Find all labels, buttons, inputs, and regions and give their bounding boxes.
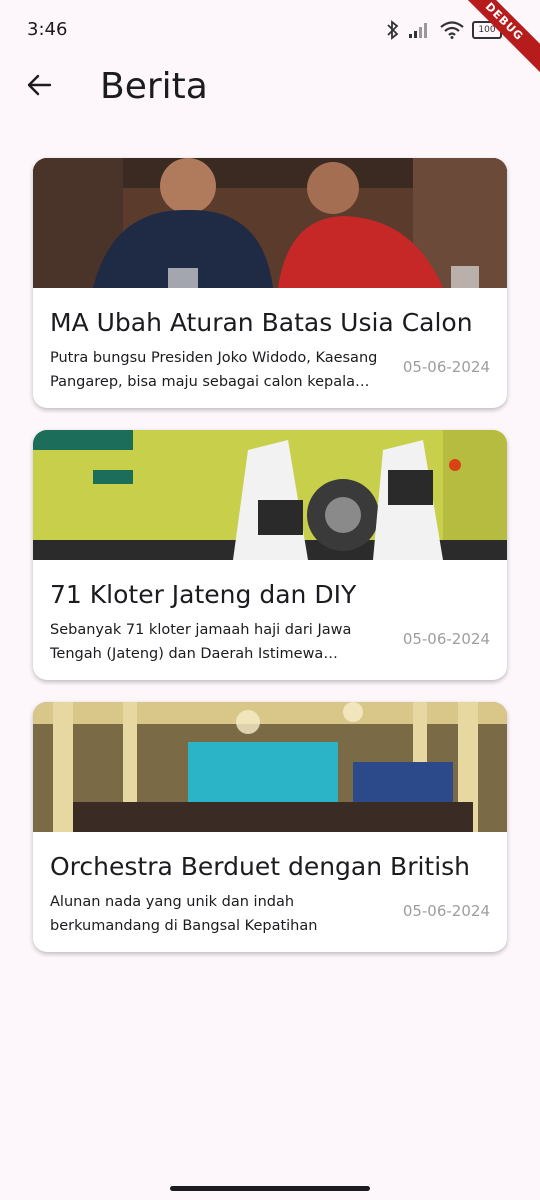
back-button[interactable] [22, 68, 56, 102]
news-card[interactable]: MA Ubah Aturan Batas Usia Calon Putra bu… [33, 158, 507, 408]
news-title: Orchestra Berduet dengan British [50, 852, 471, 881]
status-icons: 100 [386, 20, 502, 40]
status-time: 3:46 [27, 19, 68, 40]
battery-level: 100 [478, 25, 496, 35]
app-bar: Berita [0, 60, 540, 116]
wifi-icon [440, 21, 464, 39]
news-image [33, 702, 507, 832]
news-excerpt: Sebanyak 71 kloter jamaah haji dari Jawa… [50, 622, 352, 662]
news-excerpt: Alunan nada yang unik dan indah berkuman… [50, 894, 318, 934]
news-title: 71 Kloter Jateng dan DIY [50, 580, 357, 609]
news-image [33, 430, 507, 560]
news-date: 05-06-2024 [402, 902, 490, 920]
bluetooth-icon [387, 20, 399, 40]
news-image [33, 158, 507, 288]
status-bar: 3:46 100 DEBUG [0, 0, 540, 79]
news-card[interactable]: 71 Kloter Jateng dan DIY Sebanyak 71 klo… [33, 430, 507, 680]
news-excerpt: Putra bungsu Presiden Joko Widodo, Kaesa… [50, 350, 378, 390]
home-indicator[interactable] [170, 1186, 370, 1191]
signal-icon [409, 23, 427, 38]
page-title: Berita [100, 66, 208, 107]
news-list: MA Ubah Aturan Batas Usia Calon Putra bu… [33, 158, 507, 974]
news-date: 05-06-2024 [402, 630, 490, 648]
news-title: MA Ubah Aturan Batas Usia Calon [50, 308, 473, 337]
news-date: 05-06-2024 [402, 358, 490, 376]
arrow-back-icon [27, 74, 52, 96]
news-card[interactable]: Orchestra Berduet dengan British Alunan … [33, 702, 507, 952]
